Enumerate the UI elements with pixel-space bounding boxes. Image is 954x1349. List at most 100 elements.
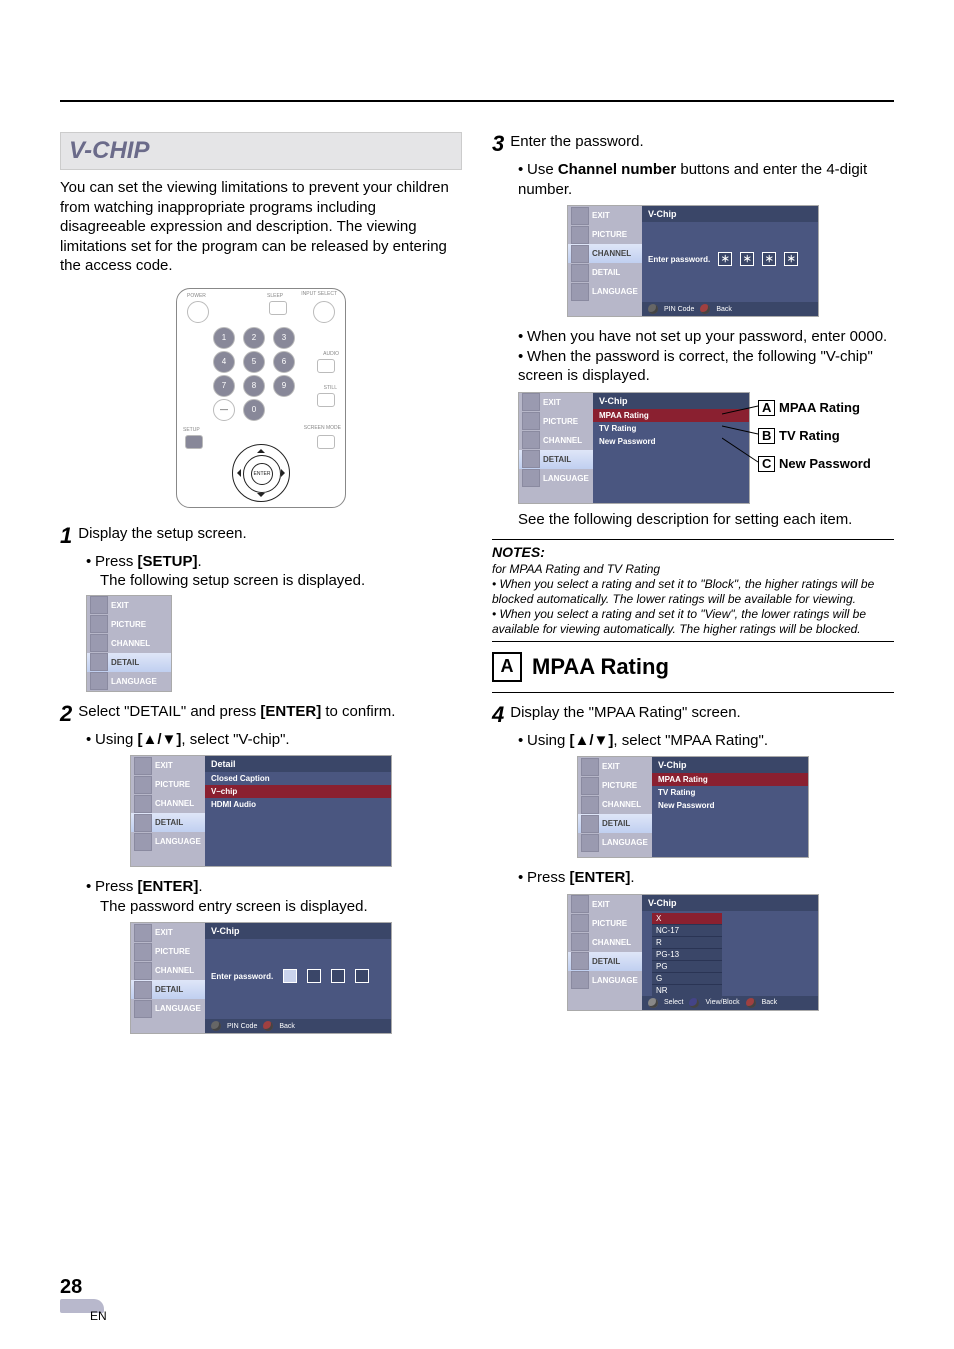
step-1a-tail: .: [198, 553, 202, 570]
audio-label: AUDIO: [323, 351, 339, 357]
language-label: LANGUAGE: [155, 1004, 201, 1013]
osd-item-picture: PICTURE: [131, 942, 205, 961]
sleep-label: SLEEP: [267, 293, 283, 299]
osd-detail-vchip: V–chip: [205, 785, 391, 798]
language-icon: [134, 1000, 152, 1018]
digit-2: 2: [243, 327, 265, 349]
step-4: 4 Display the "MPAA Rating" screen.: [492, 703, 894, 727]
detail-label: DETAIL: [543, 455, 571, 464]
osd-item-exit: EXIT: [131, 756, 205, 775]
notes-2: • When you select a rating and set it to…: [492, 607, 894, 637]
osd-item-picture: PICTURE: [568, 914, 642, 933]
exit-icon: [134, 924, 152, 942]
detail-icon: [522, 450, 540, 468]
osd-footer-3: Select View/Block Back: [642, 996, 818, 1010]
mpaa-pg13: PG-13: [652, 949, 722, 961]
osd-detail: EXIT PICTURE CHANNEL DETAIL LANGUAGE Det…: [130, 755, 392, 867]
exit-icon: [571, 895, 589, 913]
mpaa-level-list: X NC-17 R PG-13 PG G NR: [652, 913, 722, 997]
detail-icon: [134, 814, 152, 832]
osd-item-picture: PICTURE: [131, 775, 205, 794]
notes-1-text: When you select a rating and set it to "…: [492, 577, 874, 606]
picture-label: PICTURE: [111, 620, 146, 629]
select-label: Select: [664, 999, 683, 1006]
pin-icon: [211, 1021, 221, 1031]
arrow-right-icon: [281, 469, 289, 477]
step-4-number: 4: [492, 703, 504, 727]
digit-7: 7: [213, 375, 235, 397]
step-2-pre: Select "DETAIL" and press: [78, 703, 260, 720]
step-2-sub-c: •Press [ENTER].: [86, 877, 462, 897]
sleep-button: [269, 301, 287, 315]
osd-item-exit: EXIT: [568, 206, 642, 225]
step-4b-pre: Press: [527, 869, 570, 886]
osd-detail-cc: Closed Caption: [205, 772, 391, 785]
picture-label: PICTURE: [602, 781, 637, 790]
osd-item-language: LANGUAGE: [131, 832, 205, 851]
picture-icon: [581, 777, 599, 795]
dash-button: —: [213, 399, 235, 421]
power-button: [187, 301, 209, 323]
osd-footer-2: PIN Code Back: [642, 302, 818, 316]
exit-icon: [571, 207, 589, 225]
step-1-sub-a: •Press [SETUP].: [86, 552, 462, 572]
picture-icon: [571, 226, 589, 244]
osd-item-picture: PICTURE: [519, 412, 593, 431]
pin-icon: [648, 304, 658, 314]
pin-input-3: [331, 969, 345, 983]
osd-item-language: LANGUAGE: [568, 971, 642, 990]
exit-icon: [90, 596, 108, 614]
left-column: V-CHIP You can set the viewing limitatio…: [60, 132, 462, 1044]
viewblock-icon: [689, 998, 699, 1008]
digit-1: 1: [213, 327, 235, 349]
back-icon: [263, 1021, 273, 1031]
osd-item-exit: EXIT: [87, 596, 171, 615]
osd-item-language: LANGUAGE: [131, 999, 205, 1018]
step-2b-tail: , select "V-chip".: [181, 731, 289, 748]
osd-item-detail: DETAIL: [87, 653, 171, 672]
step-3: 3 Enter the password.: [492, 132, 894, 156]
right-column: 3 Enter the password. •Use Channel numbe…: [492, 132, 894, 1044]
osd-item-channel: CHANNEL: [568, 244, 642, 263]
detail-label: DETAIL: [155, 818, 183, 827]
step-2: 2 Select "DETAIL" and press [ENTER] to c…: [60, 702, 462, 726]
top-rule: [60, 100, 894, 102]
step-4-sub-a: •Using [▲/▼], select "MPAA Rating".: [518, 731, 894, 751]
detail-icon: [134, 981, 152, 999]
picture-label: PICTURE: [155, 947, 190, 956]
page-number: 28: [60, 1276, 107, 1299]
channel-label: CHANNEL: [543, 436, 582, 445]
enter-password-label: Enter password.: [211, 972, 273, 981]
channel-label: CHANNEL: [155, 799, 194, 808]
language-label: LANGUAGE: [155, 837, 201, 846]
screen-label: SCREEN MODE: [304, 425, 341, 431]
arrow-up-icon: [257, 445, 265, 453]
pin-input-1: [283, 969, 297, 983]
detail-label: DETAIL: [602, 819, 630, 828]
language-label: LANGUAGE: [592, 287, 638, 296]
osd-vchip-title-1: V-Chip: [205, 923, 391, 939]
back-icon-2: [746, 998, 756, 1008]
osd-setup-sidebar: EXIT PICTURE CHANNEL DETAIL LANGUAGE: [86, 595, 172, 692]
notes-1: • When you select a rating and set it to…: [492, 577, 894, 607]
osd-item-picture: PICTURE: [578, 776, 652, 795]
osd-item-language: LANGUAGE: [87, 672, 171, 691]
osd-vchip-title-2: V-Chip: [642, 206, 818, 222]
osd-vchip-menu-2: EXIT PICTURE CHANNEL DETAIL LANGUAGE V-C…: [577, 756, 809, 858]
annotation-c: C New Password: [758, 456, 871, 472]
language-label: LANGUAGE: [111, 677, 157, 686]
osd-footer-1: PIN Code Back: [205, 1019, 391, 1033]
dpad: ENTER: [232, 444, 290, 502]
step-4a-pre: Using: [527, 732, 570, 749]
osd-vchip-title-4: V-Chip: [652, 757, 808, 773]
pin-fill-2: ＊: [740, 252, 754, 266]
step-3-sub-b: •When you have not set up your password,…: [518, 327, 894, 347]
picture-label: PICTURE: [543, 417, 578, 426]
picture-label: PICTURE: [592, 919, 627, 928]
osd-password-entry: EXIT PICTURE CHANNEL DETAIL LANGUAGE V-C…: [130, 922, 392, 1034]
back-label-2: Back: [762, 999, 778, 1006]
mpaa-g: G: [652, 973, 722, 985]
osd-item-exit: EXIT: [568, 895, 642, 914]
detail-icon: [571, 264, 589, 282]
picture-label: PICTURE: [592, 230, 627, 239]
